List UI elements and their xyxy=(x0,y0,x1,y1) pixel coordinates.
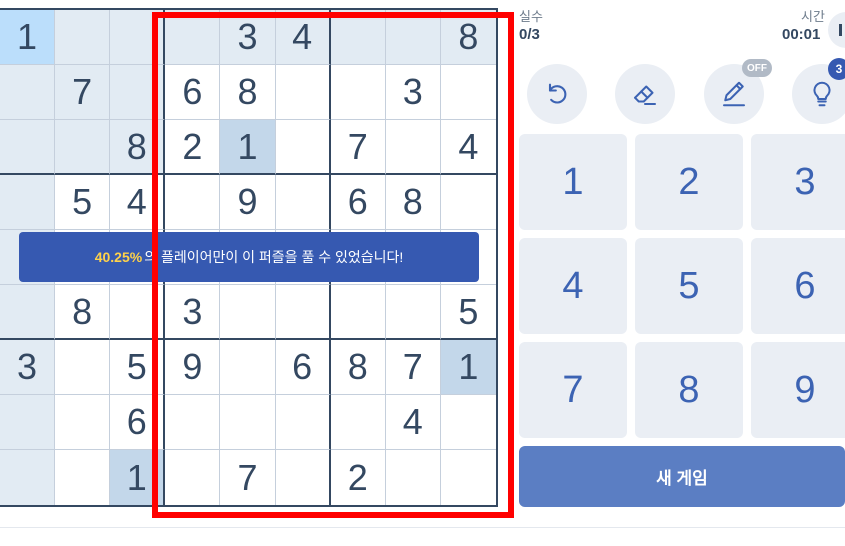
numpad-6[interactable]: 6 xyxy=(751,238,845,334)
eraser-icon xyxy=(634,85,656,105)
erase-button[interactable] xyxy=(615,64,675,124)
sudoku-cell[interactable]: 8 xyxy=(55,285,111,340)
sudoku-cell[interactable]: 7 xyxy=(55,65,111,120)
numpad-3[interactable]: 3 xyxy=(751,134,845,230)
mistakes-label: 실수 xyxy=(519,9,543,24)
numpad-7[interactable]: 7 xyxy=(519,342,627,438)
hint-count-badge: 3 xyxy=(828,58,845,80)
pencil-icon xyxy=(723,81,745,107)
sudoku-cell[interactable] xyxy=(55,10,111,65)
sudoku-cell[interactable] xyxy=(0,450,56,505)
sudoku-cell[interactable] xyxy=(0,120,56,175)
sudoku-cell[interactable] xyxy=(0,285,56,340)
time-value: 00:01 xyxy=(782,26,821,43)
numpad-4[interactable]: 4 xyxy=(519,238,627,334)
numpad-8[interactable]: 8 xyxy=(635,342,743,438)
pause-button[interactable] xyxy=(828,12,845,48)
sudoku-cell[interactable] xyxy=(0,175,56,230)
mistakes-value: 0/3 xyxy=(519,26,540,43)
new-game-button[interactable]: 새 게임 xyxy=(519,446,845,507)
undo-icon xyxy=(548,83,567,104)
pencil-off-badge: OFF xyxy=(742,59,772,77)
numpad-1[interactable]: 1 xyxy=(519,134,627,230)
sudoku-cell[interactable] xyxy=(55,120,111,175)
sudoku-cell[interactable] xyxy=(0,395,56,450)
numpad-2[interactable]: 2 xyxy=(635,134,743,230)
sudoku-cell[interactable]: 3 xyxy=(0,340,56,395)
red-highlight-box xyxy=(152,12,514,518)
time-label: 시간 xyxy=(801,9,825,24)
sudoku-cell[interactable] xyxy=(55,395,111,450)
numpad-5[interactable]: 5 xyxy=(635,238,743,334)
sudoku-cell[interactable]: 1 xyxy=(0,10,56,65)
numpad-9[interactable]: 9 xyxy=(751,342,845,438)
sudoku-cell[interactable] xyxy=(55,450,111,505)
sudoku-cell[interactable] xyxy=(55,340,111,395)
undo-button[interactable] xyxy=(527,64,587,124)
sudoku-cell[interactable] xyxy=(0,65,56,120)
pause-icon xyxy=(839,24,842,36)
completion-percent: 40.25% xyxy=(94,249,143,265)
sudoku-cell[interactable]: 5 xyxy=(55,175,111,230)
lightbulb-icon xyxy=(813,81,831,107)
bottom-divider xyxy=(0,527,845,528)
